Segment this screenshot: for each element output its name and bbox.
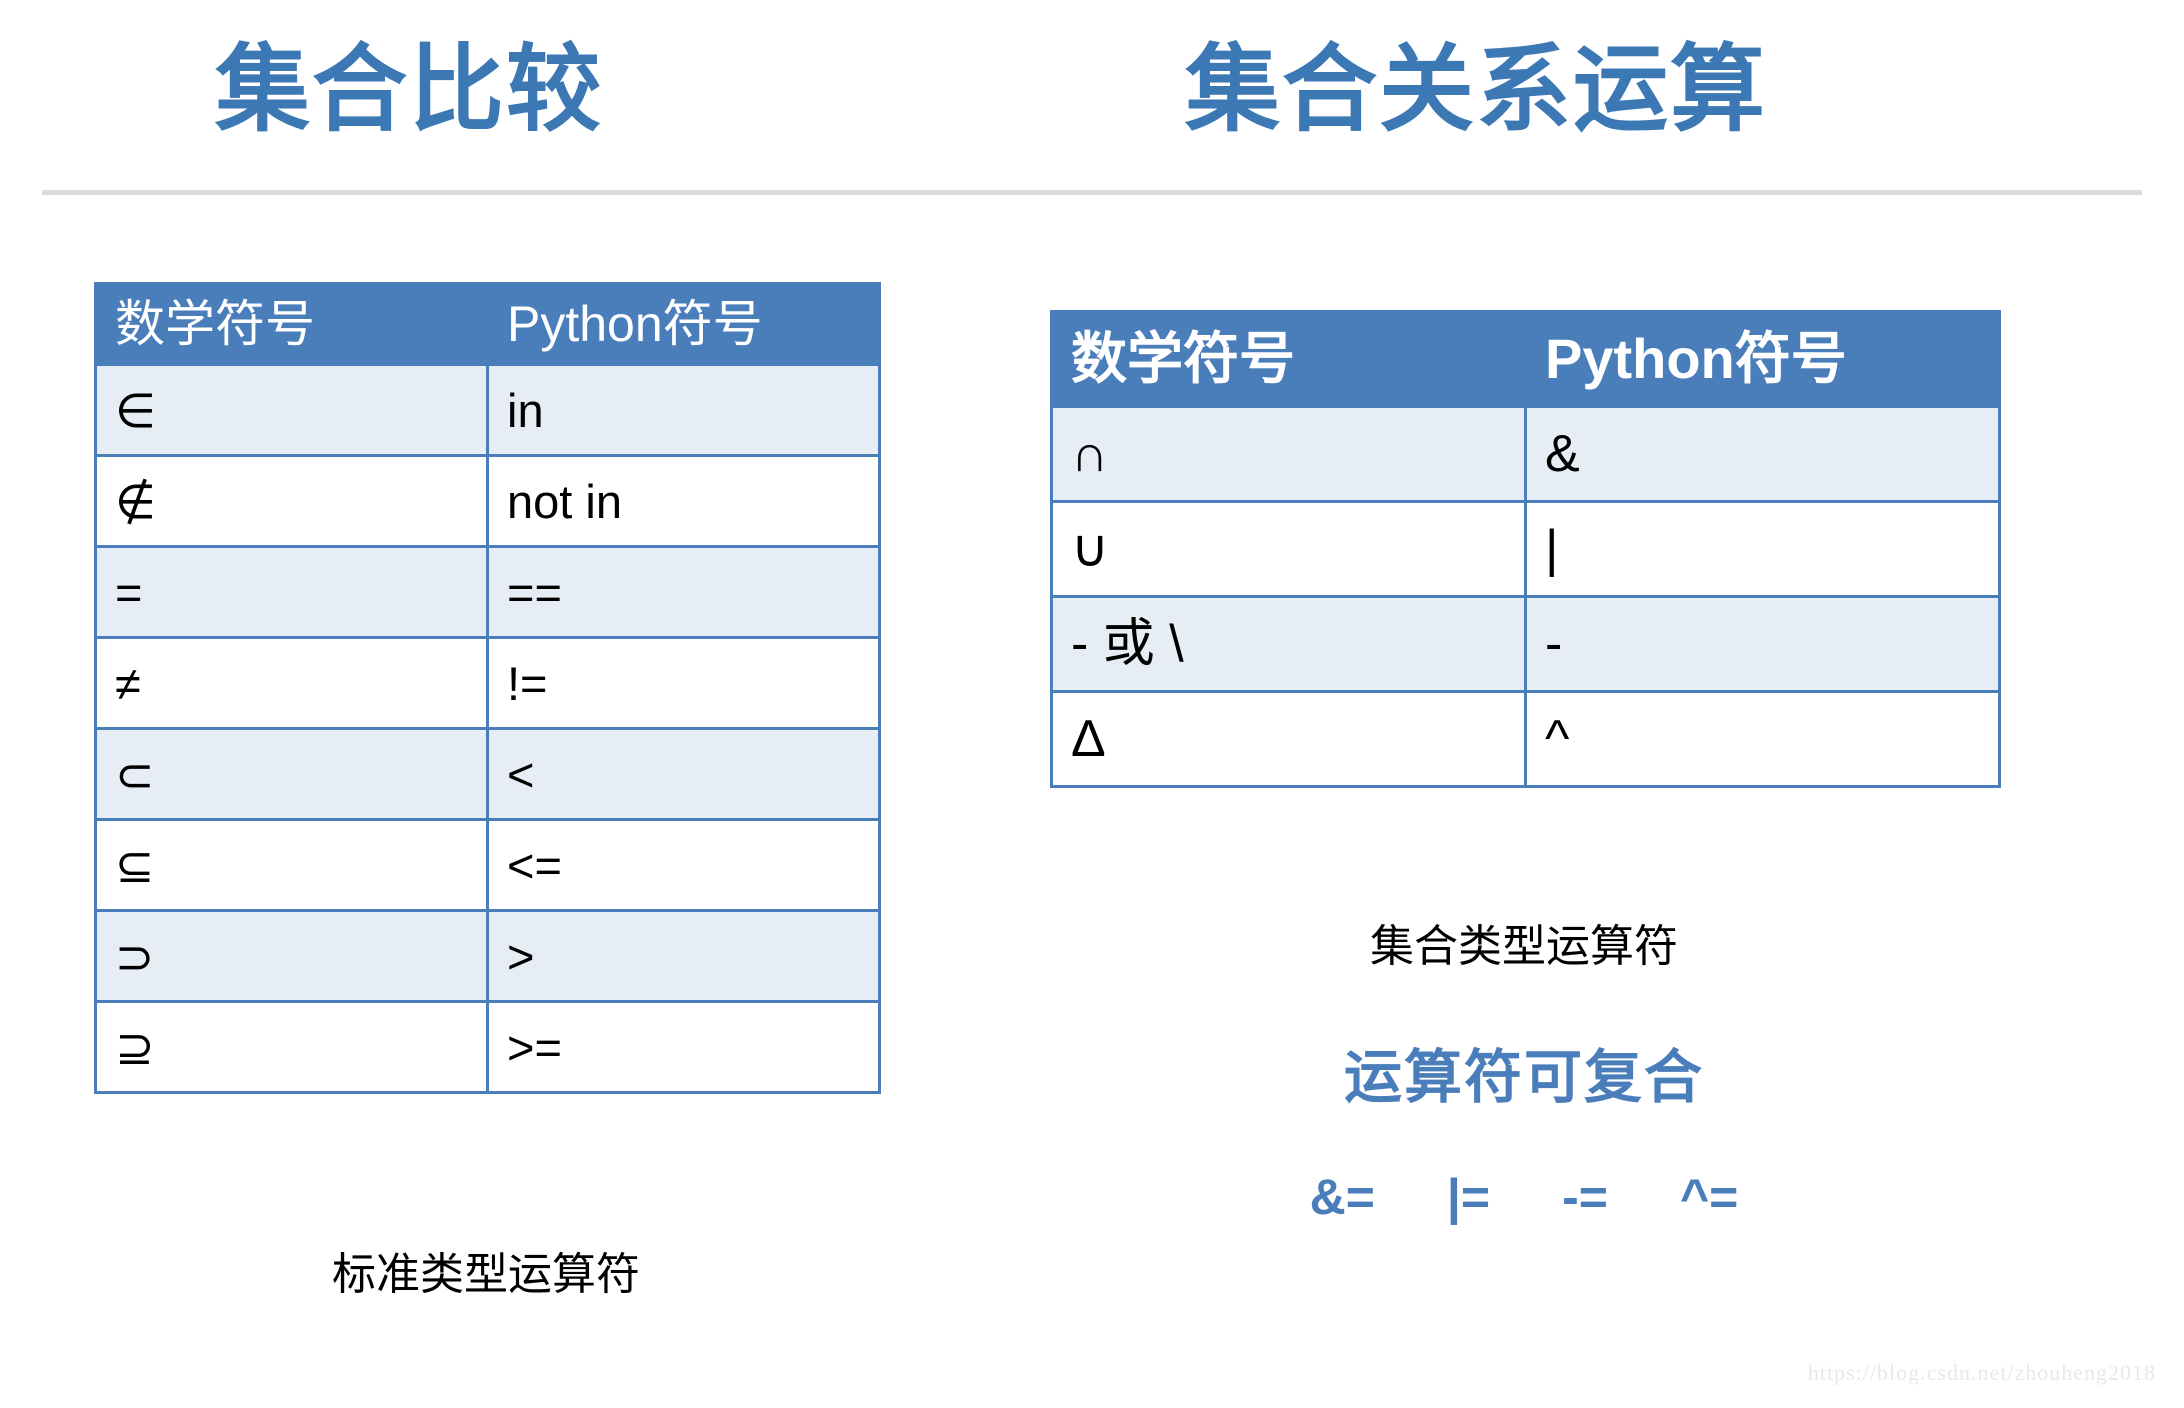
cell-python-symbol: | [1524,500,2001,598]
cell-python-symbol: in [486,363,881,457]
compound-operator-item: -= [1562,1169,1608,1225]
table-row: ⊃ > [94,909,881,1003]
table-header-row: 数学符号 Python符号 [94,282,881,366]
table-row: ∈ in [94,363,881,457]
table-row: - 或 \ - [1050,595,2001,693]
cell-math-symbol: - 或 \ [1050,595,1527,693]
table-row: ≠ != [94,636,881,730]
cell-python-symbol: == [486,545,881,639]
compound-operator-item: |= [1446,1169,1491,1225]
set-operations-table: 数学符号 Python符号 ∩ & ∪ | - 或 \ - Δ ^ [1050,310,2001,788]
compound-operator-item: ^= [1679,1169,1739,1225]
left-table-caption: 标准类型运算符 [332,1250,640,1299]
cell-python-symbol: >= [486,1000,881,1094]
column-header-python-symbol: Python符号 [486,282,881,366]
cell-python-symbol: ^ [1524,690,2001,788]
title-divider-rule [42,190,2142,195]
right-panel-title: 集合关系运算 [1185,37,1768,143]
cell-python-symbol: != [486,636,881,730]
cell-math-symbol: = [94,545,489,639]
table-row: ∪ | [1050,500,2001,598]
table-row: Δ ^ [1050,690,2001,788]
table-row: = == [94,545,881,639]
compound-operator-item: &= [1309,1169,1375,1225]
table-row: ∩ & [1050,405,2001,503]
cell-math-symbol: ∩ [1050,405,1527,503]
cell-math-symbol: ∉ [94,454,489,548]
cell-math-symbol: ≠ [94,636,489,730]
column-header-python-symbol: Python符号 [1524,310,2001,408]
table-row: ⊆ <= [94,818,881,912]
cell-math-symbol: ⊆ [94,818,489,912]
table-row: ∉ not in [94,454,881,548]
set-comparison-table: 数学符号 Python符号 ∈ in ∉ not in = == ≠ != ⊂ [94,282,881,1094]
column-header-math-symbol: 数学符号 [94,282,489,366]
cell-python-symbol: <= [486,818,881,912]
column-header-math-symbol: 数学符号 [1050,310,1527,408]
cell-math-symbol: ⊃ [94,909,489,1003]
slide-canvas: 集合比较 集合关系运算 数学符号 Python符号 ∈ in ∉ not in … [0,0,2184,1408]
cell-math-symbol: ⊇ [94,1000,489,1094]
table-header-row: 数学符号 Python符号 [1050,310,2001,408]
cell-math-symbol: ⊂ [94,727,489,821]
cell-python-symbol: - [1524,595,2001,693]
watermark-url: https://blog.csdn.net/zhouheng2018 [1807,1360,2156,1385]
table-row: ⊇ >= [94,1000,881,1094]
cell-math-symbol: ∪ [1050,500,1527,598]
cell-math-symbol: Δ [1050,690,1527,788]
cell-python-symbol: < [486,727,881,821]
cell-math-symbol: ∈ [94,363,489,457]
compound-operators-list: &= |= -= ^= [1050,1168,1998,1226]
cell-python-symbol: not in [486,454,881,548]
compound-operators-heading: 运算符可复合 [1343,1045,1704,1110]
cell-python-symbol: & [1524,405,2001,503]
right-table-caption: 集合类型运算符 [1370,922,1678,971]
left-panel-title: 集合比较 [215,37,604,143]
table-row: ⊂ < [94,727,881,821]
cell-python-symbol: > [486,909,881,1003]
